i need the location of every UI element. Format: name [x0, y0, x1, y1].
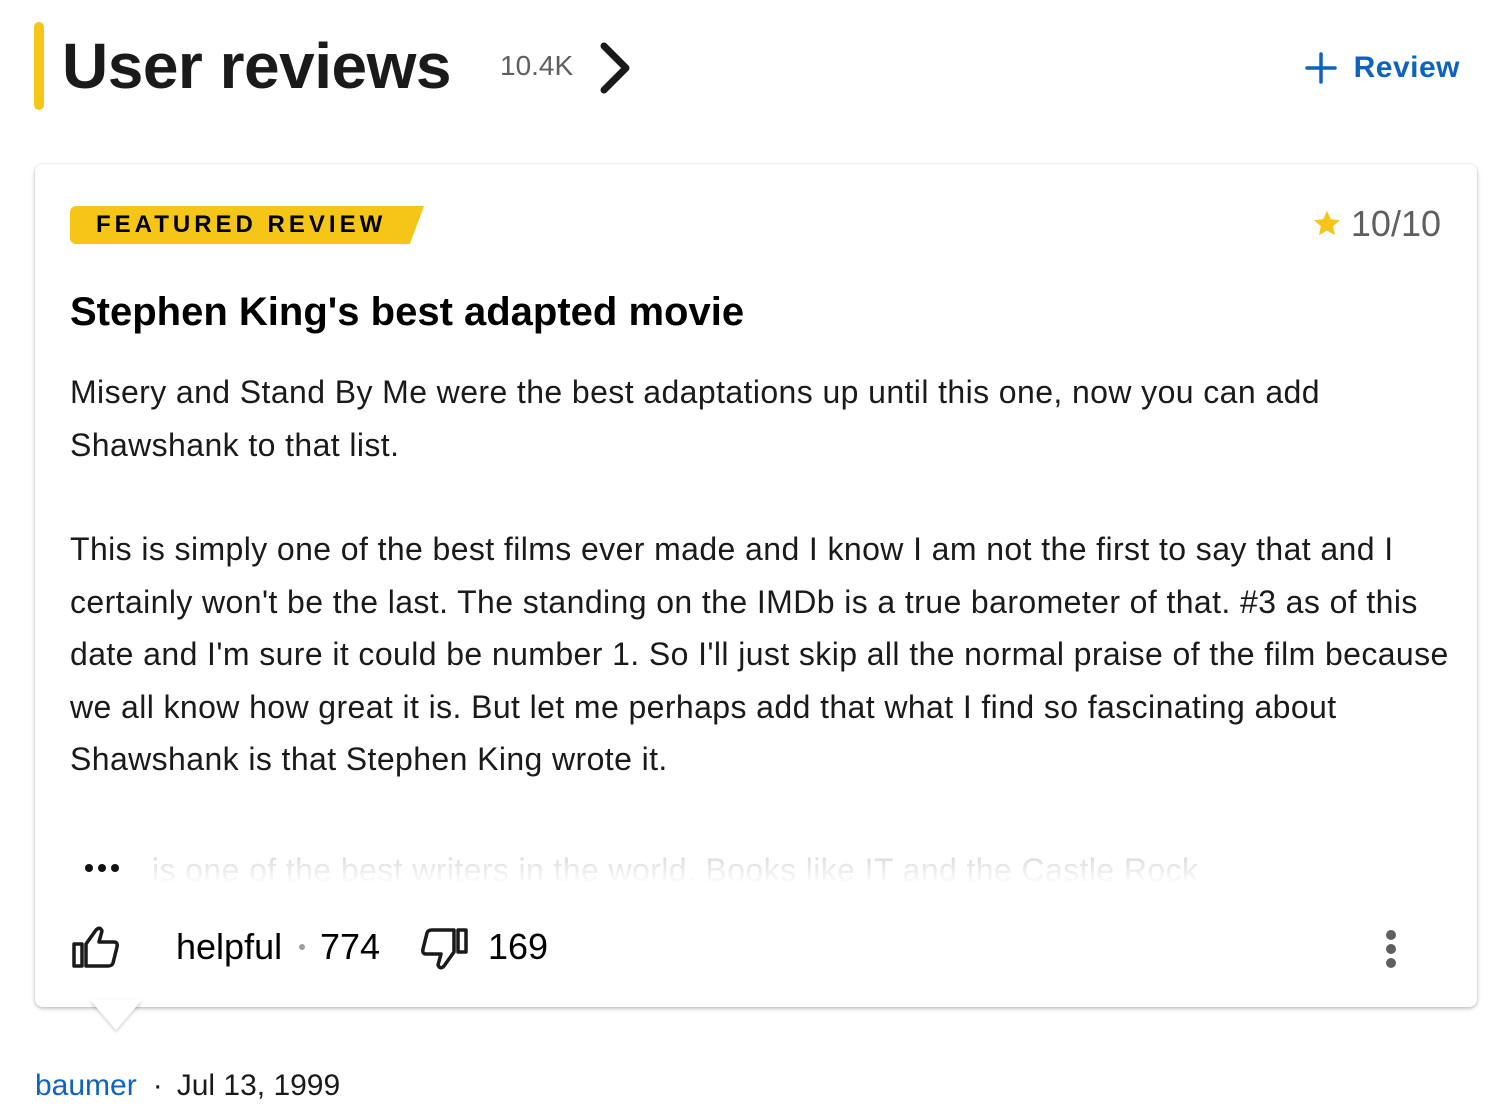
featured-review-card: FEATURED REVIEW 10/10 Stephen King's bes… [35, 164, 1477, 1007]
unhelpful-count: 169 [488, 926, 549, 967]
meta-separator: · [152, 1069, 163, 1102]
card-pointer [90, 1000, 142, 1030]
review-date: Jul 13, 1999 [176, 1069, 341, 1102]
star-icon [1313, 210, 1340, 236]
review-body: Misery and Stand By Me were the best ada… [70, 366, 1450, 838]
user-reviews-section: User reviews 10.4K Review FEATURED REVIE… [0, 0, 1504, 1114]
truncated-text-fade: is one of the best writers in the world.… [70, 844, 1450, 882]
helpful-count: 774 [320, 926, 381, 967]
author-link[interactable]: baumer [35, 1069, 137, 1102]
badge-label: FEATURED REVIEW [96, 211, 387, 238]
section-header: User reviews 10.4K Review [34, 22, 1470, 112]
separator-dot [299, 944, 305, 950]
review-paragraph: This is simply one of the best films eve… [70, 531, 1449, 777]
featured-review-badge: FEATURED REVIEW [70, 206, 424, 244]
review-rating: 10/10 [1311, 202, 1441, 246]
plus-icon [1304, 52, 1337, 84]
helpful-label: helpful [176, 926, 283, 967]
review-count[interactable]: 10.4K [500, 49, 573, 83]
add-review-label: Review [1353, 51, 1460, 84]
review-title[interactable]: Stephen King's best adapted movie [70, 286, 744, 338]
review-paragraph: Misery and Stand By Me were the best ada… [70, 374, 1320, 463]
rating-value: 10/10 [1350, 203, 1441, 244]
thumb-up-icon[interactable] [70, 924, 122, 970]
review-actions: helpful 774 169 [70, 922, 1442, 972]
accent-bar [34, 22, 44, 110]
ellipsis-icon[interactable] [83, 854, 123, 880]
chevron-right-icon[interactable] [596, 38, 636, 98]
truncated-text: is one of the best writers in the world.… [152, 852, 1199, 882]
thumb-down-icon[interactable] [418, 926, 470, 972]
section-title[interactable]: User reviews [62, 28, 451, 104]
add-review-button[interactable]: Review [1304, 46, 1460, 90]
more-vertical-icon[interactable] [1384, 926, 1398, 972]
review-meta: baumer · Jul 13, 1999 [35, 1066, 340, 1106]
